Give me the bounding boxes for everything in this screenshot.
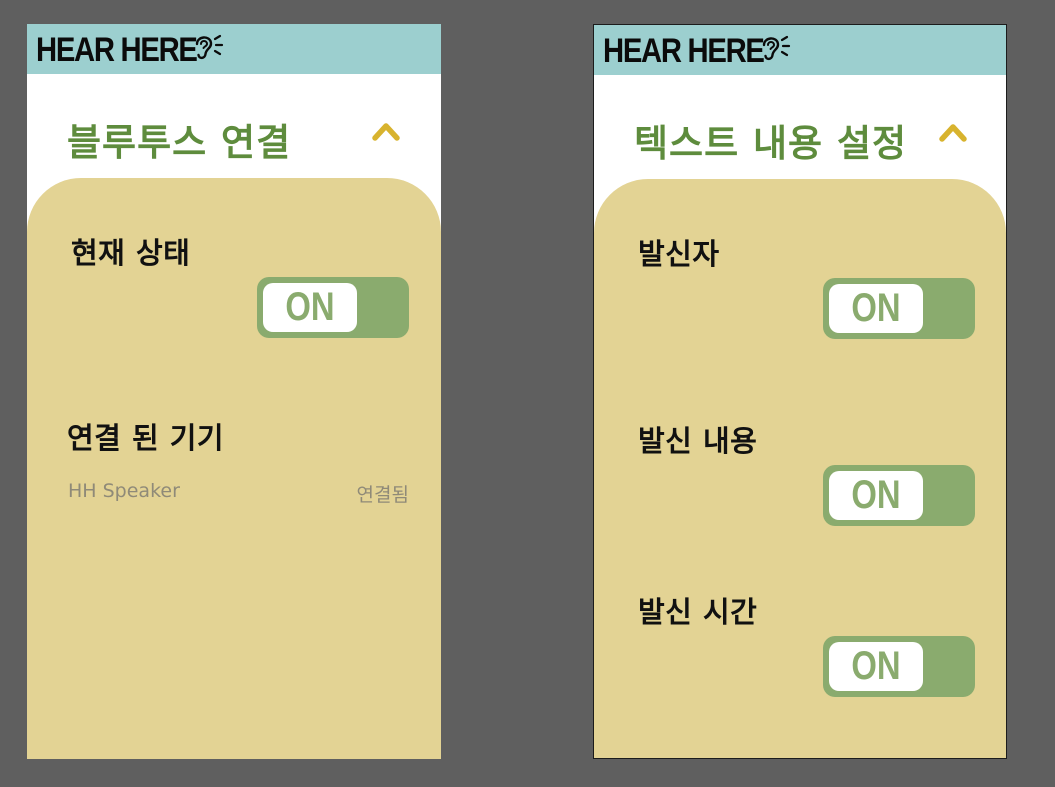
ear-icon xyxy=(195,34,224,60)
chevron-up-icon[interactable] xyxy=(938,121,968,143)
toggle-label: ON xyxy=(285,285,335,329)
device-status: 연결됨 xyxy=(356,484,409,506)
app-header: HEAR HERE xyxy=(27,24,441,74)
ear-icon xyxy=(762,35,791,61)
current-status-label: 현재 상태 xyxy=(71,236,191,270)
device-name: HH Speaker xyxy=(68,480,180,502)
send-time-label: 발신 시간 xyxy=(638,595,758,629)
logo-text: HEAR HERE xyxy=(603,32,765,70)
toggle-knob: ON xyxy=(263,283,357,332)
send-time-toggle[interactable]: ON xyxy=(823,636,975,697)
message-content-label: 발신 내용 xyxy=(638,424,758,458)
settings-panel: 현재 상태 ON 연결 된 기기 HH Speaker 연결됨 xyxy=(27,178,441,759)
connected-devices-label: 연결 된 기기 xyxy=(67,421,225,455)
logo-text: HEAR HERE xyxy=(36,31,198,69)
sender-toggle[interactable]: ON xyxy=(823,278,975,339)
toggle-knob: ON xyxy=(829,642,923,691)
section-title-text-settings: 텍스트 내용 설정 xyxy=(634,122,908,165)
toggle-label: ON xyxy=(851,644,901,688)
app-header: HEAR HERE xyxy=(594,25,1006,75)
section-title-bluetooth: 블루투스 연결 xyxy=(67,121,292,164)
toggle-label: ON xyxy=(851,286,901,330)
toggle-knob: ON xyxy=(829,471,923,520)
settings-panel: 발신자 ON 발신 내용 ON 발신 시간 ON xyxy=(594,179,1006,758)
toggle-knob: ON xyxy=(829,284,923,333)
sender-label: 발신자 xyxy=(638,237,720,271)
message-content-toggle[interactable]: ON xyxy=(823,465,975,526)
toggle-label: ON xyxy=(851,473,901,517)
bluetooth-screen: HEAR HERE 블루투스 연결 현재 상태 ON 연결 된 기기 HH Sp… xyxy=(27,24,441,759)
chevron-up-icon[interactable] xyxy=(371,120,401,142)
text-content-settings-screen: HEAR HERE 텍스트 내용 설정 발신자 ON 발신 내용 ON 발신 시… xyxy=(593,24,1007,759)
current-status-toggle[interactable]: ON xyxy=(257,277,409,338)
